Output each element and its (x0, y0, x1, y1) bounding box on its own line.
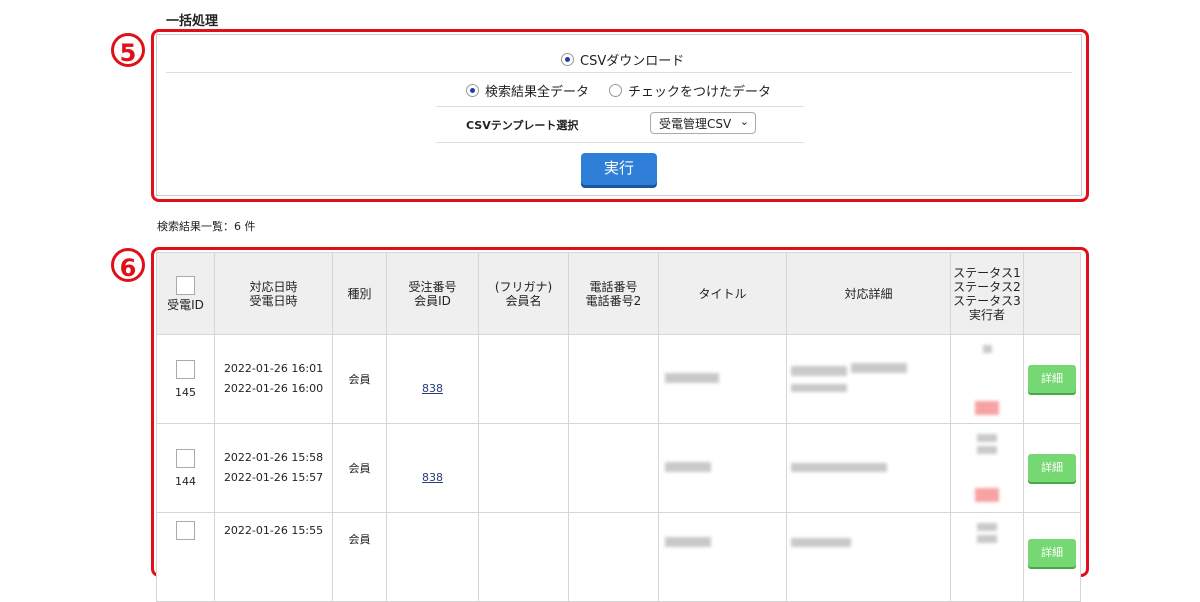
redacted-text (791, 366, 847, 376)
row-actions-cell: 詳細 (1023, 512, 1081, 602)
execute-button[interactable]: 実行 (581, 153, 657, 185)
row-title-cell (658, 423, 787, 513)
callout-6: 6 (111, 248, 145, 282)
row-status-cell (950, 423, 1024, 513)
redacted-text (665, 372, 719, 383)
header-id: 受電ID (156, 252, 215, 335)
redacted-text (791, 538, 851, 547)
scope-all-option[interactable]: 検索結果全データ (466, 81, 589, 100)
row-checkbox[interactable] (176, 448, 195, 468)
redacted-text (665, 537, 711, 547)
header-title: タイトル (658, 252, 787, 335)
template-select-value: 受電管理CSV (659, 117, 732, 131)
redacted-text (977, 535, 997, 543)
redacted-text (791, 462, 887, 472)
results-table: 受電ID 対応日時 受電日時 種別 受注番号 会員ID (フリガナ) 会員名 電… (156, 252, 1081, 602)
row-checkbox[interactable] (176, 359, 195, 379)
row-datetime-cell: 2022-01-26 15:55 (214, 512, 333, 602)
row-order-cell (386, 512, 479, 602)
row-title-cell (658, 512, 787, 602)
row-detail-cell (786, 512, 951, 602)
scope-all-radio[interactable] (466, 84, 479, 97)
table-row: 145 2022-01-26 16:01 2022-01-26 16:00 会員… (156, 334, 1081, 424)
template-select[interactable]: 受電管理CSV ⌄ (650, 112, 756, 134)
row-phone-cell (568, 334, 659, 424)
result-count: 検索結果一覧：6 件 (157, 220, 256, 233)
member-id-link[interactable]: 838 (422, 382, 443, 395)
row-detail-cell (786, 334, 951, 424)
header-name: (フリガナ) 会員名 (478, 252, 569, 335)
status-badge (975, 488, 999, 502)
row-title-cell (658, 334, 787, 424)
row-checkbox[interactable] (176, 521, 195, 540)
redacted-text (977, 446, 997, 454)
redacted-text (977, 434, 997, 442)
detail-button[interactable]: 詳細 (1028, 365, 1076, 393)
csv-download-option[interactable]: CSVダウンロード (561, 50, 684, 69)
row-datetime-cell: 2022-01-26 15:58 2022-01-26 15:57 (214, 423, 333, 513)
chevron-down-icon: ⌄ (739, 115, 749, 128)
divider (436, 142, 804, 143)
row-name-cell (478, 334, 569, 424)
row-order-cell: 838 (386, 423, 479, 513)
row-type-cell: 会員 (332, 423, 387, 513)
redacted-text (665, 461, 711, 472)
divider (436, 106, 804, 107)
header-actions (1023, 252, 1081, 335)
row-id-cell (156, 512, 215, 602)
row-name-cell (478, 512, 569, 602)
divider (166, 72, 1072, 73)
detail-button[interactable]: 詳細 (1028, 454, 1076, 482)
redacted-text (791, 384, 847, 392)
redacted-text (850, 363, 907, 373)
header-order: 受注番号 会員ID (386, 252, 479, 335)
row-type-cell: 会員 (332, 334, 387, 424)
row-status-cell (950, 334, 1024, 424)
row-name-cell (478, 423, 569, 513)
detail-button[interactable]: 詳細 (1028, 539, 1076, 567)
row-id-cell: 145 (156, 334, 215, 424)
row-actions-cell: 詳細 (1023, 334, 1081, 424)
header-type: 種別 (332, 252, 387, 335)
row-order-cell: 838 (386, 334, 479, 424)
callout-5: 5 (111, 33, 145, 67)
template-label: CSVテンプレート選択 (466, 119, 579, 132)
header-detail: 対応詳細 (786, 252, 951, 335)
row-id-cell: 144 (156, 423, 215, 513)
select-all-checkbox[interactable] (176, 275, 195, 295)
row-actions-cell: 詳細 (1023, 423, 1081, 513)
table-row: 144 2022-01-26 15:58 2022-01-26 15:57 会員… (156, 423, 1081, 513)
header-phone: 電話番号 電話番号2 (568, 252, 659, 335)
row-datetime-cell: 2022-01-26 16:01 2022-01-26 16:00 (214, 334, 333, 424)
member-id-link[interactable]: 838 (422, 471, 443, 484)
csv-download-radio[interactable] (561, 53, 574, 66)
scope-checked-radio[interactable] (609, 84, 622, 97)
bulk-section-title: 一括処理 (166, 14, 219, 29)
status-badge (975, 401, 999, 415)
header-status: ステータス1 ステータス2 ステータス3 実行者 (950, 252, 1024, 335)
row-phone-cell (568, 512, 659, 602)
redacted-text (977, 523, 997, 531)
redacted-text (983, 345, 992, 353)
scope-checked-option[interactable]: チェックをつけたデータ (609, 81, 771, 100)
table-row: 2022-01-26 15:55 会員 詳細 (156, 512, 1081, 602)
header-row: 受電ID 対応日時 受電日時 種別 受注番号 会員ID (フリガナ) 会員名 電… (156, 252, 1081, 335)
row-type-cell: 会員 (332, 512, 387, 602)
header-datetime: 対応日時 受電日時 (214, 252, 333, 335)
row-status-cell (950, 512, 1024, 602)
row-phone-cell (568, 423, 659, 513)
row-detail-cell (786, 423, 951, 513)
